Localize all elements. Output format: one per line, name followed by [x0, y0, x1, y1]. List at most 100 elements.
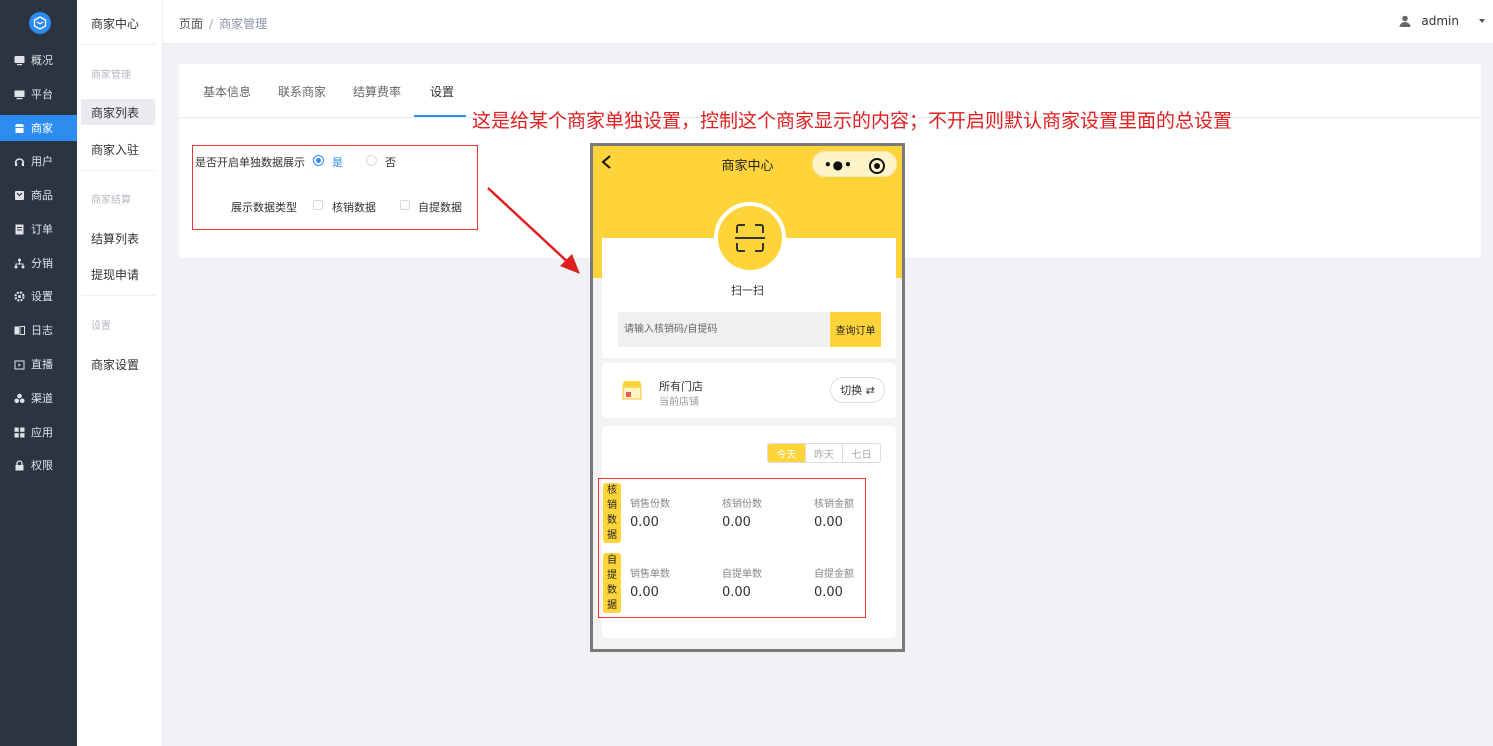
tab-contact[interactable]: 联系商家 [278, 83, 326, 100]
submenu-item-withdraw[interactable]: 提现申请 [81, 261, 155, 287]
gear-icon [14, 290, 25, 302]
top-header: 页面 / 商家管理 admin [163, 0, 1493, 44]
active-tab-indicator [414, 115, 466, 117]
stat-value: 0.00 [630, 585, 659, 600]
code-search-input[interactable] [618, 312, 830, 347]
submenu-item-merchant-settings[interactable]: 商家设置 [81, 351, 155, 377]
sidebar-item-label: 应用 [31, 426, 53, 439]
stat-value: 0.00 [814, 585, 843, 600]
lock-icon [14, 459, 25, 471]
tag-pickup-data: 自提数据 [603, 553, 621, 613]
sidebar-item-label: 权限 [31, 459, 53, 472]
date-range-toggle: 今天 昨天 七日 [767, 443, 881, 463]
main-sidebar: 概况 平台 商家 用户 商品 订单 分销 设置 日志 直播 渠道 应用 权限 [0, 0, 77, 746]
breadcrumb-current: 商家管理 [219, 17, 268, 31]
submenu-item-settlement-list[interactable]: 结算列表 [81, 225, 155, 251]
chevron-down-icon[interactable] [1479, 19, 1485, 23]
tab-settlement-rate[interactable]: 结算费率 [353, 83, 401, 100]
tab-basic-info[interactable]: 基本信息 [203, 83, 251, 100]
mini-program-capsule: •●• [812, 151, 897, 177]
monitor-icon [14, 89, 25, 100]
stat-value: 0.00 [722, 515, 751, 530]
sidebar-item-user[interactable]: 用户 [0, 148, 77, 174]
user-icon [1399, 15, 1411, 27]
tab-settings[interactable]: 设置 [430, 83, 454, 100]
checkbox-pickup-data[interactable] [400, 200, 410, 210]
scan-label: 扫一扫 [731, 284, 764, 297]
sidebar-item-distribution[interactable]: 分销 [0, 250, 77, 276]
stat-label: 销售份数 [630, 499, 670, 510]
apps-icon [14, 427, 25, 438]
log-icon [14, 325, 25, 336]
submenu-group-settings: 设置 [91, 321, 111, 332]
store-selector: 所有门店 当前店铺 切换 ⇄ [602, 363, 896, 418]
settings-form: 是否开启单独数据展示 是 否 展示数据类型 核销数据 自提数据 [192, 145, 478, 230]
shop-icon [622, 381, 642, 400]
type-label: 展示数据类型 [231, 201, 297, 214]
scan-button[interactable] [714, 202, 786, 274]
logo-icon[interactable] [29, 12, 51, 34]
breadcrumb: 页面 / 商家管理 [179, 15, 267, 32]
radio-yes[interactable] [313, 155, 324, 166]
breadcrumb-root[interactable]: 页面 [179, 17, 203, 31]
close-target-icon[interactable] [869, 158, 885, 174]
radio-no[interactable] [366, 155, 377, 166]
sidebar-item-label: 订单 [31, 223, 53, 236]
sidebar-item-apps[interactable]: 应用 [0, 419, 77, 445]
user-menu[interactable]: admin [1399, 14, 1459, 28]
sidebar-item-settings[interactable]: 设置 [0, 283, 77, 309]
app-root: 概况 平台 商家 用户 商品 订单 分销 设置 日志 直播 渠道 应用 权限 商… [0, 0, 1493, 746]
radio-yes-label[interactable]: 是 [332, 154, 343, 170]
stat-label: 自提单数 [722, 569, 762, 580]
code-search [618, 312, 830, 347]
distribution-icon [14, 258, 25, 269]
breadcrumb-separator: / [209, 17, 214, 31]
store-name: 所有门店 [659, 380, 703, 393]
sidebar-item-log[interactable]: 日志 [0, 317, 77, 343]
query-order-button[interactable]: 查询订单 [830, 312, 881, 347]
sidebar-item-label: 直播 [31, 358, 53, 371]
sidebar-item-label: 分销 [31, 257, 53, 270]
switch-store-button[interactable]: 切换 ⇄ [830, 377, 885, 403]
segment-seven-days[interactable]: 七日 [842, 444, 880, 462]
headset-icon [14, 156, 25, 167]
sidebar-item-merchant[interactable]: 商家 [0, 115, 77, 141]
segment-today[interactable]: 今天 [768, 444, 805, 462]
sidebar-item-label: 商家 [31, 122, 53, 135]
order-icon [14, 224, 25, 235]
more-icon[interactable]: •●• [824, 159, 853, 171]
submenu-item-merchant-join[interactable]: 商家入驻 [81, 136, 155, 162]
tag-verify-data: 核销数据 [603, 483, 621, 543]
sub-menu: 商家中心 商家管理 商家列表 商家入驻 商家结算 结算列表 提现申请 设置 商家… [77, 0, 163, 746]
channel-icon [14, 393, 25, 404]
sidebar-item-permission[interactable]: 权限 [0, 452, 77, 478]
annotation-text: 这是给某个商家单独设置，控制这个商家显示的内容；不开启则默认商家设置里面的总设置 [472, 110, 1233, 132]
submenu-group-merchant: 商家管理 [91, 70, 131, 81]
scan-icon [735, 224, 765, 252]
radio-no-label[interactable]: 否 [385, 154, 396, 170]
sidebar-item-live[interactable]: 直播 [0, 351, 77, 377]
sidebar-item-platform[interactable]: 平台 [0, 81, 77, 107]
stat-value: 0.00 [630, 515, 659, 530]
sidebar-item-channel[interactable]: 渠道 [0, 385, 77, 411]
store-subtitle: 当前店铺 [659, 397, 699, 408]
goods-icon [14, 190, 25, 201]
stat-value: 0.00 [814, 515, 843, 530]
dashboard-icon [14, 55, 25, 66]
submenu-item-merchant-list[interactable]: 商家列表 [81, 99, 155, 125]
checkbox-verify-label[interactable]: 核销数据 [332, 199, 376, 215]
arrow-icon [487, 187, 580, 274]
sidebar-item-label: 概况 [31, 54, 53, 67]
checkbox-pickup-label[interactable]: 自提数据 [418, 199, 462, 215]
submenu-group-settlement: 商家结算 [91, 195, 131, 206]
sidebar-item-overview[interactable]: 概况 [0, 47, 77, 73]
switch-label: 是否开启单独数据展示 [195, 156, 305, 169]
sidebar-item-goods[interactable]: 商品 [0, 182, 77, 208]
sidebar-item-order[interactable]: 订单 [0, 216, 77, 242]
stats-highlight-box: 核销数据 销售份数 0.00 核销份数 0.00 核销金额 0.00 自提数据 … [598, 478, 866, 618]
segment-yesterday[interactable]: 昨天 [804, 444, 843, 462]
checkbox-verify-data[interactable] [313, 200, 323, 210]
sidebar-item-label: 日志 [31, 324, 53, 337]
divider [81, 44, 155, 45]
stat-value: 0.00 [722, 585, 751, 600]
